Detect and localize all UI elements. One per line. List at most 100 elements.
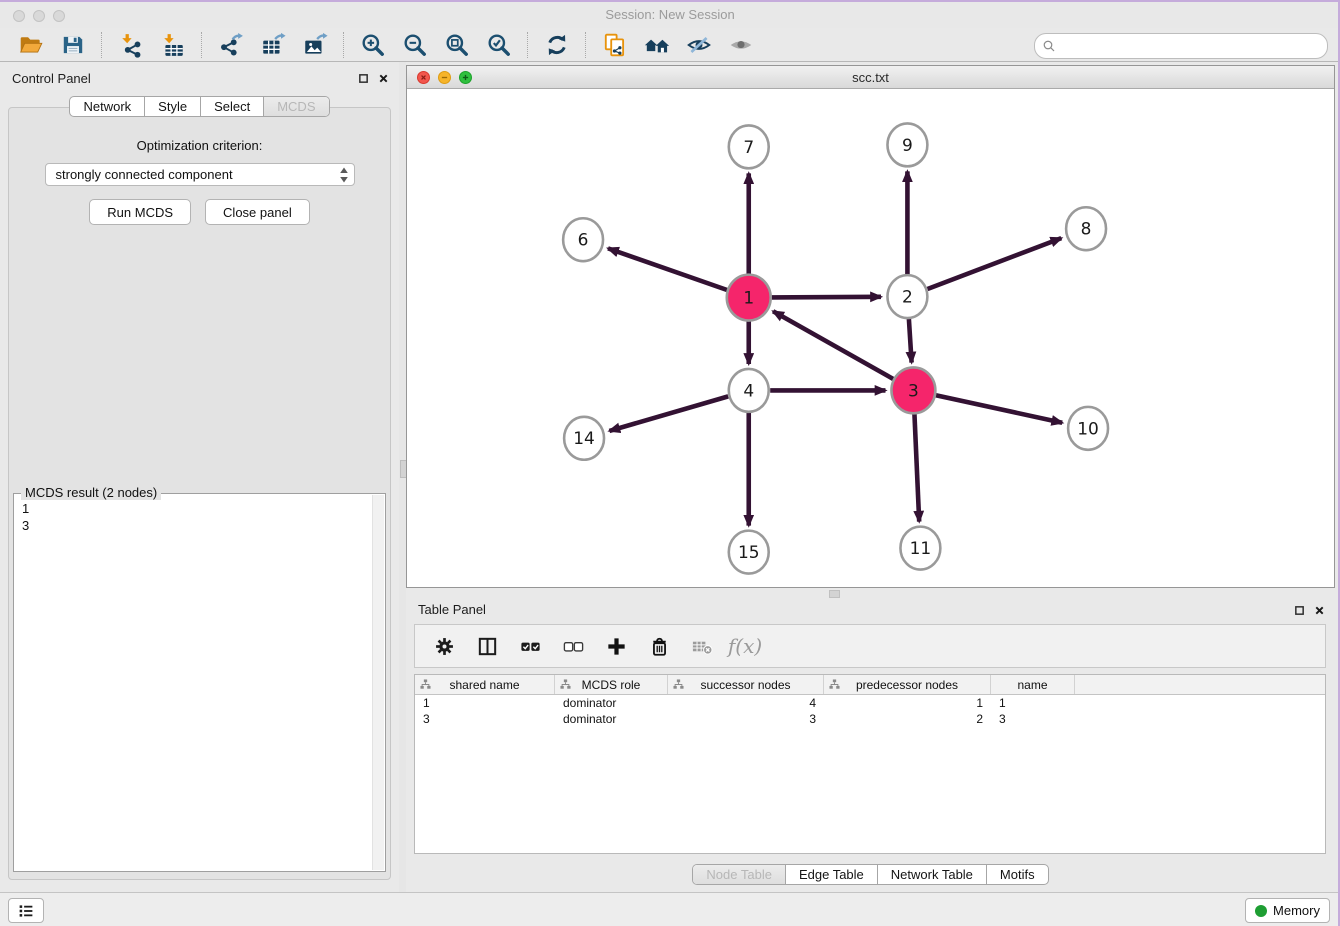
main-toolbar bbox=[0, 28, 1340, 62]
cell-successor-nodes[interactable]: 3 bbox=[668, 711, 824, 727]
export-image-button[interactable] bbox=[300, 30, 330, 60]
cell-name[interactable]: 1 bbox=[991, 695, 1075, 711]
select-all-columns-icon bbox=[519, 635, 542, 658]
show-hidden-button[interactable] bbox=[726, 30, 756, 60]
tab-network-table[interactable]: Network Table bbox=[878, 865, 987, 884]
save-session-button[interactable] bbox=[58, 30, 88, 60]
cell-shared-name[interactable]: 1 bbox=[415, 695, 555, 711]
tab-style[interactable]: Style bbox=[145, 97, 201, 116]
graph-node-9[interactable]: 9 bbox=[887, 123, 927, 166]
column-header-MCDS-role[interactable]: MCDS role bbox=[555, 675, 668, 694]
table-panel-title: Table Panel bbox=[418, 602, 486, 617]
hide-selected-button[interactable] bbox=[684, 30, 714, 60]
column-label: MCDS role bbox=[582, 678, 641, 692]
close-panel-icon[interactable] bbox=[378, 73, 389, 84]
memory-button[interactable]: Memory bbox=[1245, 898, 1330, 923]
column-header-shared-name[interactable]: shared name bbox=[415, 675, 555, 694]
graph-edge-1-6[interactable] bbox=[608, 248, 727, 290]
select-all-columns-button[interactable] bbox=[517, 633, 543, 659]
mcds-result-box[interactable]: MCDS result (2 nodes) 13 bbox=[13, 493, 386, 872]
graph-node-8[interactable]: 8 bbox=[1066, 207, 1106, 250]
refresh-view-button[interactable] bbox=[542, 30, 572, 60]
zoom-selected-button[interactable] bbox=[484, 30, 514, 60]
tab-select[interactable]: Select bbox=[201, 97, 264, 116]
vertical-splitter[interactable] bbox=[399, 62, 406, 892]
graph-node-11[interactable]: 11 bbox=[900, 527, 940, 570]
task-history-button[interactable] bbox=[8, 898, 44, 923]
run-mcds-button[interactable]: Run MCDS bbox=[89, 199, 191, 225]
tab-motifs[interactable]: Motifs bbox=[987, 865, 1048, 884]
column-header-successor-nodes[interactable]: successor nodes bbox=[668, 675, 824, 694]
toolbar-icon-group bbox=[0, 28, 762, 61]
network-view-window: scc.txt 7 9 6 8 1 2 4 3 14 10 15 11 bbox=[406, 65, 1335, 588]
cell-name[interactable]: 3 bbox=[991, 711, 1075, 727]
network-window-titlebar[interactable]: scc.txt bbox=[407, 66, 1334, 89]
search-input[interactable] bbox=[1057, 36, 1327, 56]
graph-edge-4-14[interactable] bbox=[609, 396, 728, 431]
result-scrollbar[interactable] bbox=[372, 495, 384, 870]
create-column-button[interactable] bbox=[603, 633, 629, 659]
horizontal-splitter[interactable] bbox=[406, 588, 1335, 598]
tab-edge-table[interactable]: Edge Table bbox=[786, 865, 878, 884]
close-panel-button[interactable]: Close panel bbox=[205, 199, 310, 225]
delete-table-icon bbox=[691, 635, 714, 658]
tab-node-table[interactable]: Node Table bbox=[693, 865, 786, 884]
tab-mcds[interactable]: MCDS bbox=[264, 97, 328, 116]
graph-node-4[interactable]: 4 bbox=[729, 369, 769, 412]
graph-node-2[interactable]: 2 bbox=[887, 275, 927, 318]
graph-edge-1-2[interactable] bbox=[772, 297, 881, 298]
float-panel-icon[interactable] bbox=[1294, 605, 1305, 616]
splitter-grip-icon[interactable] bbox=[829, 590, 840, 598]
network-canvas[interactable]: 7 9 6 8 1 2 4 3 14 10 15 11 bbox=[407, 89, 1334, 587]
export-table-button[interactable] bbox=[258, 30, 288, 60]
close-panel-icon[interactable] bbox=[1314, 605, 1325, 616]
table-row[interactable]: 1dominator411 bbox=[415, 695, 1325, 711]
import-network-button[interactable] bbox=[116, 30, 146, 60]
import-table-button[interactable] bbox=[158, 30, 188, 60]
node-table: shared name MCDS role successor nodesprede… bbox=[414, 674, 1326, 854]
graph-node-14[interactable]: 14 bbox=[564, 417, 604, 460]
column-header-predecessor-nodes[interactable]: predecessor nodes bbox=[824, 675, 991, 694]
graph-edge-3-1[interactable] bbox=[773, 311, 893, 379]
graph-node-3[interactable]: 3 bbox=[891, 367, 935, 413]
cell-MCDS-role[interactable]: dominator bbox=[555, 695, 668, 711]
graph-node-6[interactable]: 6 bbox=[563, 218, 603, 261]
cell-successor-nodes[interactable]: 4 bbox=[668, 695, 824, 711]
graph-edge-2-3[interactable] bbox=[909, 318, 912, 363]
cell-predecessor-nodes[interactable]: 2 bbox=[824, 711, 991, 727]
cell-MCDS-role[interactable]: dominator bbox=[555, 711, 668, 727]
criterion-dropdown[interactable]: strongly connected component bbox=[45, 163, 355, 186]
export-network-button[interactable] bbox=[216, 30, 246, 60]
search-field[interactable] bbox=[1034, 33, 1328, 59]
zoom-fit-button[interactable] bbox=[442, 30, 472, 60]
network-graph[interactable]: 7 9 6 8 1 2 4 3 14 10 15 11 bbox=[407, 89, 1334, 587]
mcds-tab-content: Optimization criterion: strongly connect… bbox=[8, 107, 391, 880]
zoom-in-button[interactable] bbox=[358, 30, 388, 60]
cell-shared-name[interactable]: 3 bbox=[415, 711, 555, 727]
run-mcds-label: Run MCDS bbox=[107, 205, 173, 220]
clone-network-button[interactable] bbox=[600, 30, 630, 60]
graph-node-7[interactable]: 7 bbox=[729, 125, 769, 168]
graph-edge-3-11[interactable] bbox=[914, 413, 919, 521]
cell-predecessor-nodes[interactable]: 1 bbox=[824, 695, 991, 711]
graph-edge-2-8[interactable] bbox=[927, 238, 1061, 289]
graph-node-1[interactable]: 1 bbox=[727, 275, 771, 321]
graph-edge-3-10[interactable] bbox=[936, 395, 1062, 422]
column-label: shared name bbox=[449, 678, 519, 692]
import-network-icon bbox=[118, 32, 144, 58]
graph-node-15[interactable]: 15 bbox=[729, 531, 769, 574]
open-file-button[interactable] bbox=[16, 30, 46, 60]
delete-columns-button[interactable] bbox=[646, 633, 672, 659]
hierarchy-icon bbox=[560, 679, 571, 690]
table-settings-button[interactable] bbox=[431, 633, 457, 659]
show-columns-button[interactable] bbox=[474, 633, 500, 659]
column-header-name[interactable]: name bbox=[991, 675, 1075, 694]
result-line: 3 bbox=[22, 517, 364, 534]
tab-network[interactable]: Network bbox=[70, 97, 145, 116]
home-layout-button[interactable] bbox=[642, 30, 672, 60]
unselect-all-columns-button[interactable] bbox=[560, 633, 586, 659]
graph-node-10[interactable]: 10 bbox=[1068, 407, 1108, 450]
table-row[interactable]: 3dominator323 bbox=[415, 711, 1325, 727]
float-panel-icon[interactable] bbox=[358, 73, 369, 84]
zoom-out-button[interactable] bbox=[400, 30, 430, 60]
